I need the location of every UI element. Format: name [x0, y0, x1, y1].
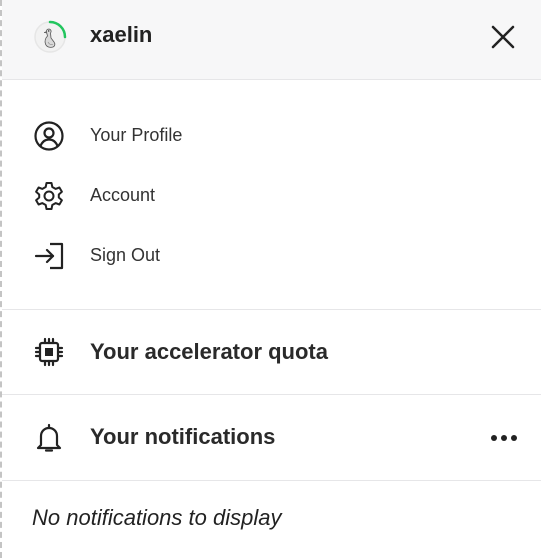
menu-item-sign-out[interactable]: Sign Out — [2, 225, 541, 285]
divider — [2, 480, 541, 481]
avatar[interactable] — [33, 20, 67, 54]
panel-header: xaelin — [2, 0, 541, 80]
bell-icon — [33, 422, 65, 454]
menu-item-label: Account — [90, 185, 156, 205]
notifications-title: Your notifications — [90, 424, 276, 449]
notifications-more-button[interactable] — [488, 428, 520, 448]
username: xaelin — [90, 22, 153, 47]
menu-item-your-profile[interactable]: Your Profile — [2, 105, 541, 165]
chip-icon — [33, 336, 65, 368]
close-button[interactable] — [488, 22, 518, 52]
menu-item-label: Your Profile — [90, 125, 183, 145]
user-circle-icon — [33, 120, 65, 152]
gear-icon — [33, 180, 65, 212]
accelerator-quota-title: Your accelerator quota — [90, 339, 328, 364]
user-menu-panel: xaelin Your Profile Account Sign Out You… — [0, 0, 541, 558]
empty-notifications-message: No notifications to display — [32, 505, 282, 530]
notifications-section: Your notifications — [2, 395, 541, 479]
sign-out-icon — [33, 240, 65, 272]
goose-avatar-icon — [34, 20, 67, 53]
accelerator-quota-section[interactable]: Your accelerator quota — [2, 310, 541, 394]
menu-item-account[interactable]: Account — [2, 165, 541, 225]
close-icon — [491, 25, 515, 49]
more-horizontal-icon — [491, 435, 517, 441]
menu-item-label: Sign Out — [90, 245, 161, 265]
